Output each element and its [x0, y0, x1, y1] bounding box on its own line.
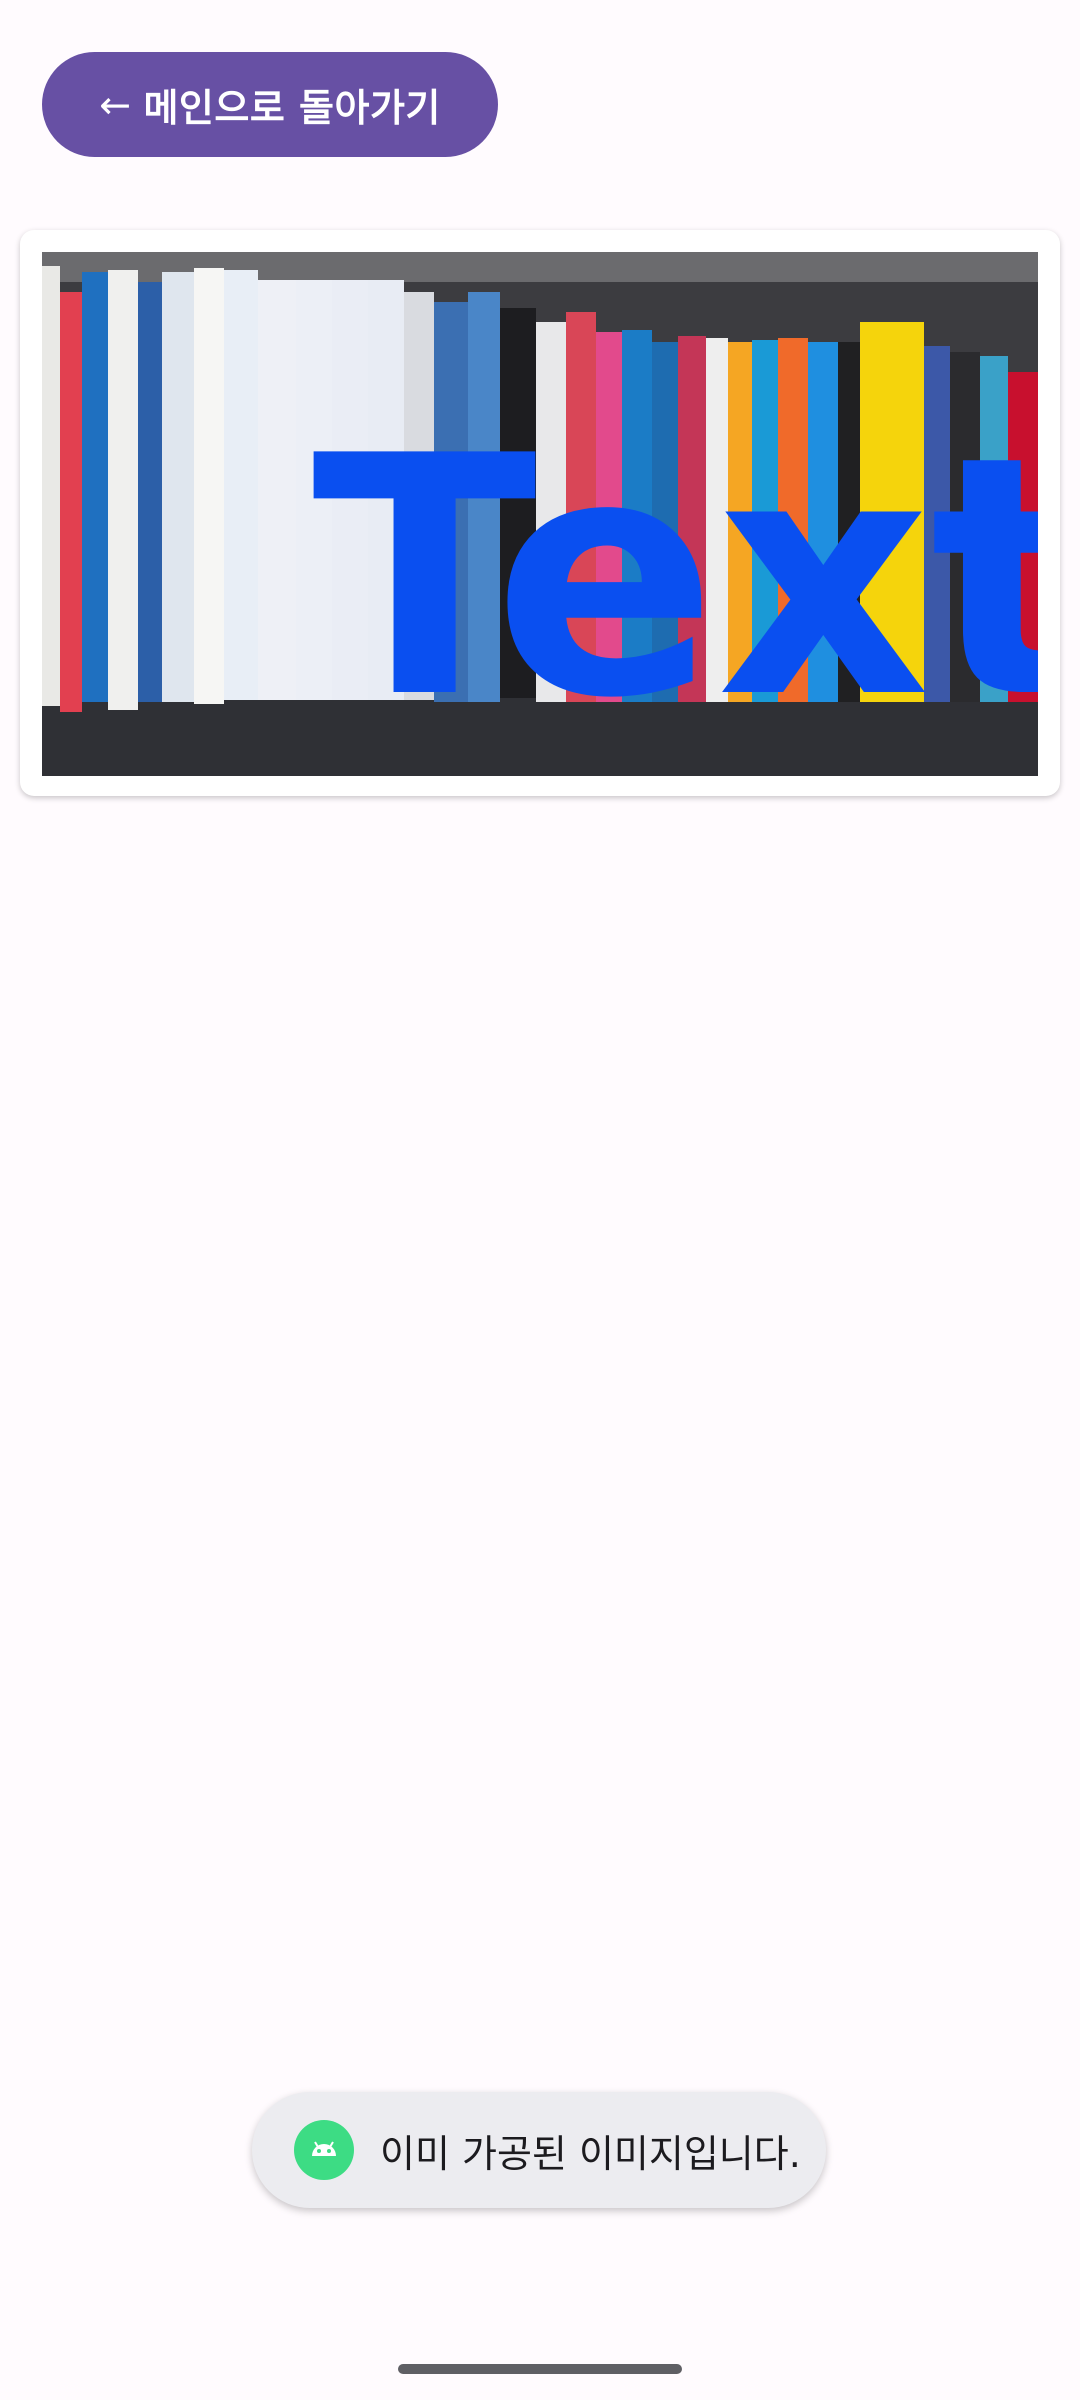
back-to-main-button[interactable]: ← 메인으로 돌아가기 [42, 52, 498, 157]
bookshelf-photo: Text [42, 252, 1038, 776]
status-bar [0, 0, 1080, 50]
toast-text: 이미 가공된 이미지입니다. [380, 2131, 801, 2176]
image-card: Text [20, 230, 1060, 796]
back-arrow-icon: ← [99, 82, 132, 127]
processed-image: Text [42, 252, 1038, 776]
screen: ← 메인으로 돌아가기 Text 이미 가공된 이미지입니다. [0, 0, 1080, 2400]
toast-message: 이미 가공된 이미지입니다. [252, 2092, 826, 2208]
android-icon [294, 2120, 354, 2180]
back-button-label: 메인으로 돌아가기 [143, 86, 441, 130]
home-indicator[interactable] [398, 2364, 682, 2374]
overlay-text: Text [312, 386, 1038, 770]
